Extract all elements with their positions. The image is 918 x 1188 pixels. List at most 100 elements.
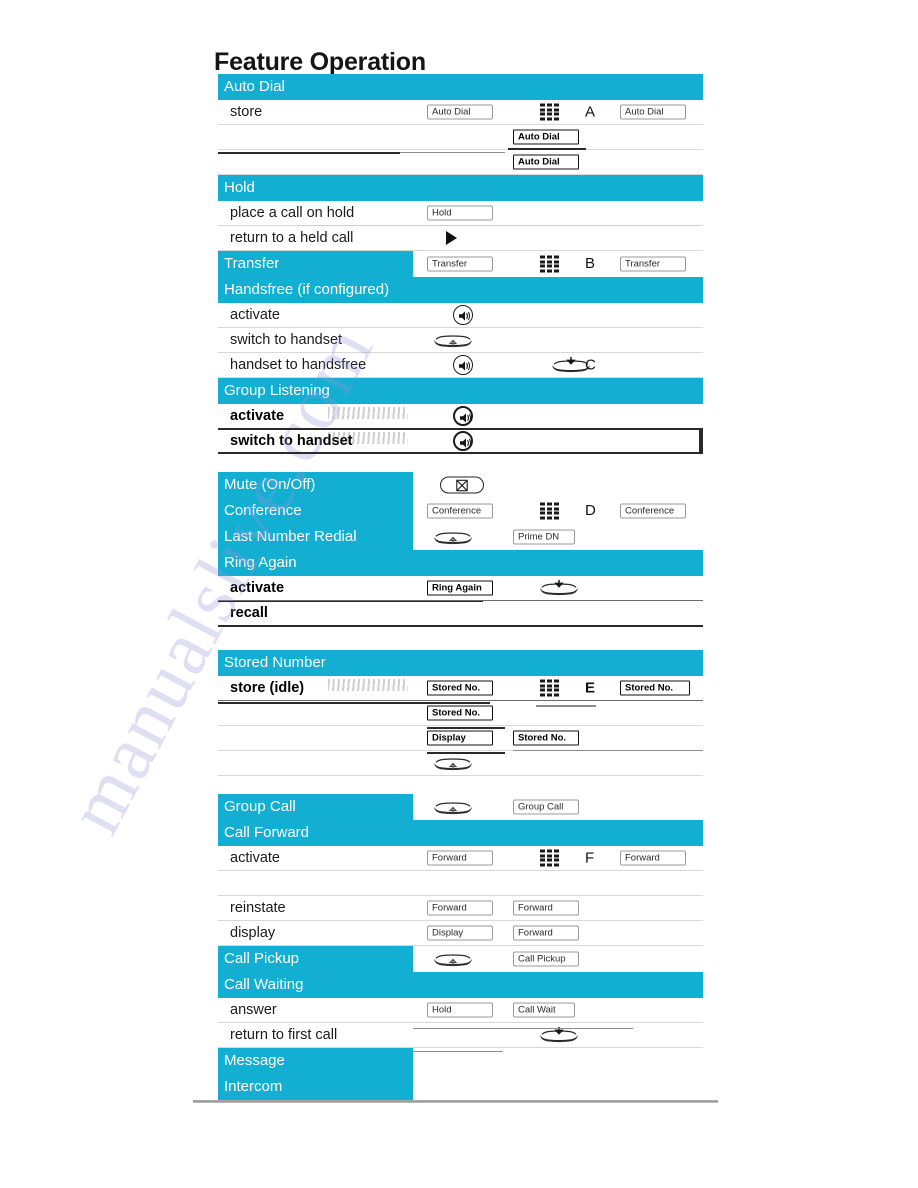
section-band-hold[interactable]: Hold [218,175,703,201]
feature-key-chip[interactable]: Forward [513,900,579,916]
feature-key-chip[interactable]: Call Wait [513,1002,575,1018]
feature-row-label: reinstate [230,900,286,916]
section-spacer [218,776,703,794]
feature-row: Auto Dial [218,125,703,150]
feature-key-chip[interactable]: Stored No. [427,680,493,696]
section-title: Transfer [224,255,280,272]
feature-key-chip[interactable]: Stored No. [427,705,493,721]
feature-key-chip[interactable]: Conference [620,503,686,519]
section-band-intercom[interactable]: Intercom [218,1074,413,1100]
section-band-conference[interactable]: Conference Conference Conference D [218,498,686,524]
feature-key-chip[interactable]: Display [427,925,493,941]
feature-key-chip[interactable]: Auto Dial [513,154,579,170]
section-title: Group Call [224,798,296,815]
section-band-message[interactable]: Message [218,1048,413,1074]
section-inline-cells: Group Call [413,794,703,820]
section-band-auto-dial[interactable]: Auto Dial [218,74,703,100]
section-band-last-number-redial[interactable]: Last Number Redial Prime DN [218,524,575,550]
feature-row: switch to handset [218,429,703,454]
feature-row: activate Ring Again [218,576,703,601]
feature-row-label: return to a held call [230,230,354,246]
feature-key-chip[interactable]: Call Pickup [513,951,579,967]
section-spacer [218,626,703,650]
feature-key-chip[interactable]: Transfer [620,256,686,272]
section-band-group-call[interactable]: Group Call Group Call [218,794,579,820]
section-band-call-pickup[interactable]: Call Pickup Call Pickup [218,946,579,972]
feature-row-label: place a call on hold [230,205,355,221]
section-inline-cells: Prime DN [413,524,703,550]
feature-row: display Display Forward [218,921,703,946]
section-band-handsfree[interactable]: Handsfree (if configured) [218,277,703,303]
scanned-page: manualslive.com Feature Operation Auto D… [0,0,918,1188]
feature-row: Display Stored No. [218,726,703,751]
handset-icon [430,798,476,816]
feature-row-label: recall [230,605,268,621]
scan-smudge [328,679,408,691]
section-title: Hold [224,179,255,196]
handset-icon [430,331,476,349]
mute-crossed-icon [440,476,484,494]
feature-key-chip[interactable]: Forward [513,925,579,941]
feature-key-chip[interactable]: Hold [427,205,493,221]
feature-row: switch to handset [218,328,703,353]
section-band-ring-again[interactable]: Ring Again [218,550,703,576]
feature-key-chip[interactable]: Conference [427,503,493,519]
feature-row-label: return to first call [230,1027,338,1043]
section-band-call-waiting[interactable]: Call Waiting [218,972,703,998]
feature-key-chip[interactable]: Prime DN [513,529,575,545]
feature-row: Stored No. [218,701,703,726]
feature-key-chip[interactable]: Transfer [427,256,493,272]
feature-row-label: switch to handset [230,433,353,449]
feature-row: activate Forward Forward F [218,846,703,871]
speaker-icon [453,305,473,325]
feature-row: activate [218,404,703,429]
handset-icon [430,528,476,546]
feature-key-chip[interactable]: Stored No. [620,680,690,696]
feature-key-chip[interactable]: Group Call [513,799,579,815]
handset-icon [430,950,476,968]
section-title: Conference [224,502,302,519]
feature-key-chip[interactable]: Forward [427,900,493,916]
feature-row: place a call on hold Hold [218,201,703,226]
feature-key-chip[interactable]: Ring Again [427,580,493,596]
feature-key-chip[interactable]: Auto Dial [513,129,579,145]
section-band-call-forward[interactable]: Call Forward [218,820,703,846]
section-band-mute[interactable]: Mute (On/Off) [218,472,484,498]
section-inline-cells [413,1048,703,1074]
key-letter-label: E [585,679,596,697]
feature-key-chip[interactable]: Forward [427,850,493,866]
scan-smudge [328,407,408,419]
feature-row-label: switch to handset [230,332,343,348]
feature-row-label: activate [230,850,280,866]
section-inline-cells: Transfer Transfer B [413,251,703,277]
feature-key-chip[interactable]: Auto Dial [620,104,686,120]
section-title: Call Pickup [224,950,300,967]
feature-key-chip[interactable]: Hold [427,1002,493,1018]
section-band-stored-number[interactable]: Stored Number [218,650,703,676]
feature-row: handset to handsfree C [218,353,703,378]
section-title: Ring Again [224,554,297,571]
handset-icon [548,356,594,374]
feature-row [218,751,703,776]
speaker-icon [453,431,473,451]
feature-row-label: handset to handsfree [230,357,367,373]
speaker-icon [453,406,473,426]
section-inline-cells [413,472,703,498]
feature-key-chip[interactable]: Forward [620,850,686,866]
section-inline-cells [413,1074,703,1100]
feature-row: Auto Dial [218,150,703,175]
section-band-group-listening[interactable]: Group Listening [218,378,703,404]
key-letter-label: F [585,849,595,867]
feature-key-chip[interactable]: Stored No. [513,730,579,746]
section-title: Call Forward [224,824,310,841]
key-letter-label: A [585,103,596,121]
feature-key-chip[interactable]: Display [427,730,493,746]
feature-row: answer Hold Call Wait [218,998,703,1023]
section-band-transfer[interactable]: Transfer Transfer Transfer B [218,251,686,277]
section-title: Intercom [224,1078,283,1095]
feature-key-chip[interactable]: Auto Dial [427,104,493,120]
footer-divider [193,1100,718,1103]
section-title: Mute (On/Off) [224,476,316,493]
keypad-icon [540,849,559,867]
section-inline-cells: Call Pickup [413,946,703,972]
